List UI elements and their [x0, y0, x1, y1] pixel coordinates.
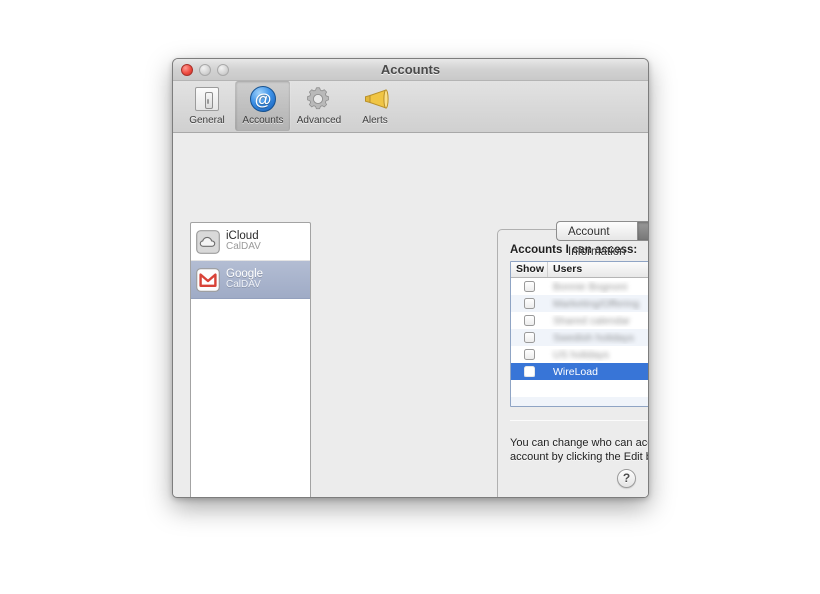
table-row[interactable]: US holidays Read only	[511, 346, 648, 363]
close-button[interactable]	[181, 64, 193, 76]
account-type-google: CalDAV	[226, 279, 261, 291]
toolbar-label-alerts: Alerts	[362, 115, 388, 126]
tab-bar: Account Information Delegation	[556, 221, 648, 258]
account-item-google[interactable]: Google CalDAV	[191, 261, 310, 299]
table-body: Bonnie Bognoni Read & Write Marketing/Of…	[511, 278, 648, 406]
tab-delegation[interactable]: Delegation	[636, 221, 648, 241]
column-header-users[interactable]: Users	[548, 262, 648, 277]
show-checkbox[interactable]	[524, 315, 535, 326]
account-text-google: Google CalDAV	[226, 268, 263, 291]
account-text-icloud: iCloud CalDAV	[226, 230, 261, 253]
row-show-cell[interactable]	[511, 315, 548, 326]
general-icon	[193, 85, 221, 113]
window-controls	[181, 64, 229, 76]
accounts-sidebar: iCloud CalDAV Google CalDAV	[190, 222, 311, 497]
table-header-row: Show Users Privilege	[511, 262, 648, 278]
table-row[interactable]: Bonnie Bognoni Read & Write	[511, 278, 648, 295]
account-item-icloud[interactable]: iCloud CalDAV	[191, 223, 310, 261]
toolbar-item-general[interactable]: General	[179, 81, 235, 131]
row-show-cell[interactable]	[511, 332, 548, 343]
gmail-icon	[196, 267, 220, 292]
delegation-table[interactable]: Show Users Privilege Bonnie Bognoni Read…	[510, 261, 648, 407]
edit-help-text: You can change who can access your accou…	[510, 437, 648, 463]
account-type-icloud: CalDAV	[226, 241, 261, 253]
row-show-cell[interactable]	[511, 298, 548, 309]
zoom-button[interactable]	[217, 64, 229, 76]
toolbar-label-advanced: Advanced	[296, 115, 342, 126]
row-user-cell: US holidays	[553, 348, 610, 361]
window-title: Accounts	[380, 62, 441, 77]
show-checkbox[interactable]	[524, 349, 535, 360]
table-row[interactable]: Marketing/Offering Read only	[511, 295, 648, 312]
show-checkbox[interactable]	[524, 281, 535, 292]
table-row[interactable]: Shared calendar Read & Write	[511, 312, 648, 329]
account-list: iCloud CalDAV Google CalDAV	[191, 223, 310, 497]
row-user-cell: Marketing/Offering	[553, 297, 640, 310]
row-user-cell: Shared calendar	[553, 314, 631, 327]
row-show-cell[interactable]	[511, 349, 548, 360]
megaphone-icon	[361, 85, 389, 113]
icloud-cloud-icon	[196, 229, 220, 254]
table-row-empty	[511, 380, 648, 397]
preferences-body: iCloud CalDAV Google CalDAV Account Info…	[173, 133, 648, 497]
table-row-empty	[511, 397, 648, 406]
minimize-button[interactable]	[199, 64, 211, 76]
row-show-cell[interactable]	[511, 366, 548, 377]
column-header-show[interactable]: Show	[511, 262, 548, 277]
toolbar-item-alerts[interactable]: Alerts	[347, 81, 403, 131]
toolbar-label-accounts: Accounts	[242, 115, 284, 126]
table-row-selected[interactable]: WireLoad Read & Write	[511, 363, 648, 380]
row-user-cell: WireLoad	[553, 365, 598, 378]
accounts-preferences-window: Accounts General @ Accounts Advanced Ale…	[172, 58, 649, 498]
section-divider	[510, 420, 648, 421]
show-checkbox[interactable]	[524, 332, 535, 343]
tab-account-information[interactable]: Account Information	[556, 221, 637, 258]
at-sign-icon: @	[249, 85, 277, 113]
preferences-toolbar: General @ Accounts Advanced Alerts	[173, 81, 648, 133]
toolbar-item-accounts[interactable]: @ Accounts	[235, 81, 291, 131]
table-row[interactable]: Swedish holidays Read only	[511, 329, 648, 346]
gear-icon	[305, 85, 333, 113]
help-button[interactable]: ?	[617, 469, 636, 488]
row-user-cell: Swedish holidays	[553, 331, 635, 344]
show-checkbox[interactable]	[524, 298, 535, 309]
toolbar-label-general: General	[189, 115, 225, 126]
window-titlebar: Accounts	[173, 59, 648, 81]
toolbar-item-advanced[interactable]: Advanced	[291, 81, 347, 131]
row-show-cell[interactable]	[511, 281, 548, 292]
show-checkbox[interactable]	[524, 366, 535, 377]
footer-row: You can change who can access your accou…	[510, 436, 648, 464]
delegation-panel: Accounts I can access: Show Users Privil…	[497, 229, 648, 497]
row-user-cell: Bonnie Bognoni	[553, 280, 628, 293]
